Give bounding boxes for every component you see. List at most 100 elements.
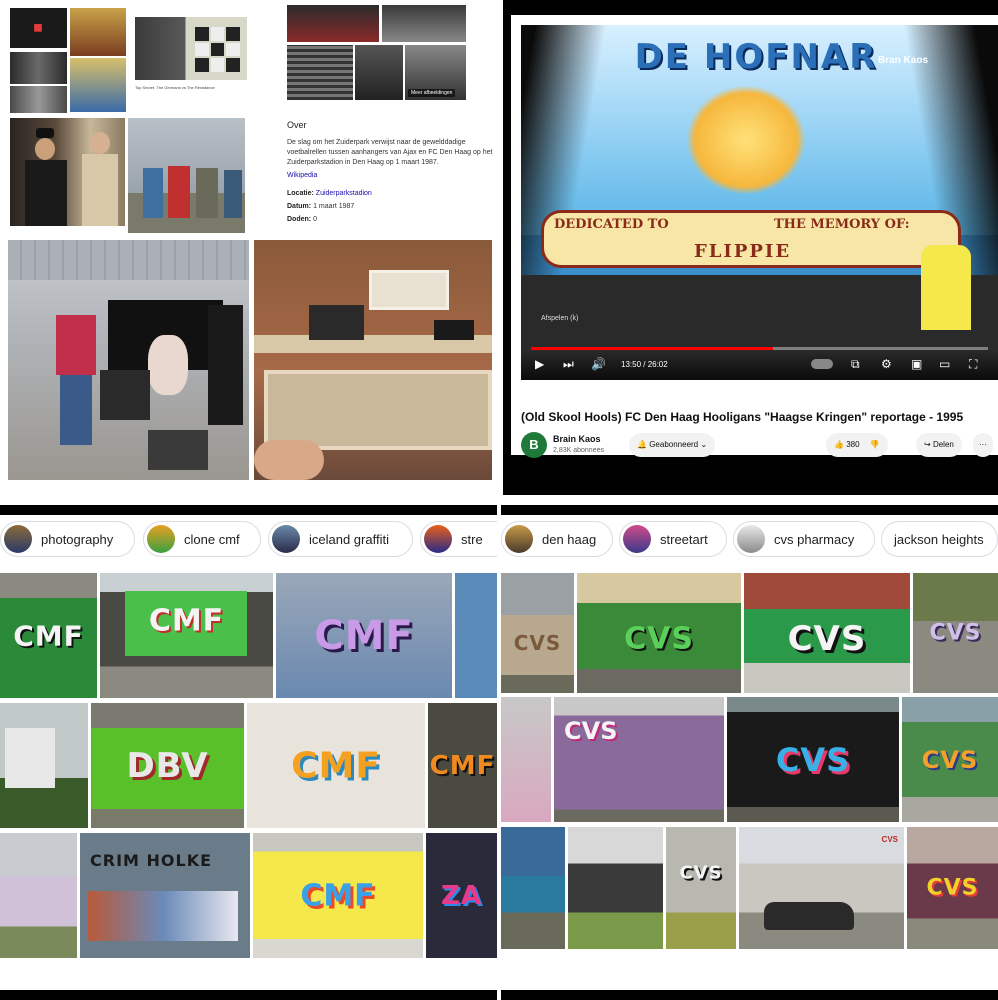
image-result[interactable]: ZA	[426, 833, 497, 958]
chip-cvs-pharmacy[interactable]: cvs pharmacy	[733, 521, 875, 557]
chip-jackson-heights[interactable]: jackson heights	[881, 521, 998, 557]
image-result[interactable]: CMF	[253, 833, 423, 958]
bell-icon: 🔔	[637, 440, 647, 449]
image-result[interactable]	[568, 827, 663, 949]
thumbnail-image[interactable]	[382, 5, 466, 42]
theater-mode-icon[interactable]: ▭	[939, 357, 950, 371]
photo-hooligan-men[interactable]	[10, 118, 125, 226]
image-result[interactable]: CVS	[907, 827, 998, 949]
chip-label: den haag	[542, 532, 597, 547]
thumbnail-image[interactable]	[70, 8, 126, 56]
graffiti-tag: CVS	[564, 717, 618, 745]
image-result[interactable]: CVS	[744, 573, 910, 693]
person-crouching	[100, 370, 150, 420]
image-result[interactable]: CVS	[913, 573, 998, 693]
chip-photography[interactable]: photography	[0, 521, 135, 557]
image-result[interactable]: CMF	[428, 703, 497, 828]
person	[196, 168, 218, 218]
photo-group-studio[interactable]	[8, 240, 249, 480]
autoplay-toggle[interactable]	[811, 359, 833, 369]
avatar[interactable]: B	[521, 432, 547, 458]
image-result[interactable]: CVS	[666, 827, 736, 949]
bottom-border	[501, 990, 998, 1000]
image-result[interactable]: CVS	[577, 573, 741, 693]
thumbnail-image[interactable]	[70, 58, 126, 112]
miniplayer-icon[interactable]: ▣	[911, 357, 922, 371]
chevron-down-icon: ⌄	[700, 440, 708, 449]
chip-den-haag[interactable]: den haag	[501, 521, 613, 557]
thumbnail-image[interactable]	[10, 86, 67, 113]
fullscreen-icon[interactable]: ⛶	[969, 357, 977, 372]
image-result[interactable]: CRIM HOLKE	[80, 833, 250, 958]
video-title[interactable]: (Old Skool Hools) FC Den Haag Hooligans …	[521, 410, 963, 424]
image-result[interactable]: CMF	[276, 573, 452, 698]
chip-label: iceland graffiti	[309, 532, 389, 547]
image-result[interactable]	[0, 833, 77, 958]
subscribe-button[interactable]: 🔔 Geabonneerd ⌄	[629, 433, 716, 457]
video-player[interactable]: DE HOFNAR Bran Kaos DEDICATED TO THE MEM…	[521, 25, 998, 380]
chip-streetart[interactable]: streetart	[619, 521, 727, 557]
autoplay-hint: Afspelen (k)	[541, 315, 579, 322]
hat	[36, 128, 54, 138]
chip-label: cvs pharmacy	[774, 532, 855, 547]
thumbnail-image[interactable]	[287, 45, 353, 100]
volume-icon[interactable]: 🔊	[591, 357, 606, 371]
chip-iceland-graffiti[interactable]: iceland graffiti	[268, 521, 413, 557]
image-result[interactable]: DBV	[91, 703, 244, 828]
banner-text: FLIPPIE	[694, 241, 792, 262]
suit	[25, 160, 67, 226]
image-result[interactable]: CMF	[247, 703, 425, 828]
image-result[interactable]: CVS	[501, 573, 574, 693]
channel-name[interactable]: Brain Kaos	[553, 434, 601, 444]
thumbnail-image[interactable]	[10, 52, 67, 84]
poster-banner: DEDICATED TO THE MEMORY OF: FLIPPIE	[541, 210, 961, 268]
graffiti-tag: CMF	[13, 619, 84, 652]
thumbnail-image[interactable]: Meer afbeeldingen	[405, 45, 466, 100]
more-images-button[interactable]: Meer afbeeldingen	[408, 89, 456, 97]
thumbnail-image[interactable]	[135, 17, 247, 80]
graffiti-tag: DBV	[126, 745, 209, 786]
thumbnail-image[interactable]: ■	[10, 8, 67, 48]
image-result[interactable]: CVS	[554, 697, 724, 822]
next-icon[interactable]: ⏭	[563, 357, 574, 372]
top-border	[501, 505, 998, 515]
settings-icon[interactable]: ⚙	[881, 357, 892, 371]
control-bar: ▶ ⏭ 🔊 13:50 / 26:02 ⧉ ⚙ ▣ ▭ ⛶	[521, 350, 998, 380]
people	[434, 320, 474, 340]
share-label: Delen	[932, 440, 954, 449]
image-caption: Top Secret: The Germans vs The Resistanc…	[135, 85, 215, 90]
location-link[interactable]: Zuiderparkstadion	[316, 190, 372, 197]
image-result[interactable]: CVS	[739, 827, 904, 949]
photo-group-wall[interactable]	[128, 118, 245, 233]
dislike-icon[interactable]: 👎	[870, 440, 880, 449]
image-result[interactable]	[0, 703, 88, 828]
wikipedia-link[interactable]: Wikipedia	[287, 171, 497, 181]
photo-balcony[interactable]	[254, 240, 492, 480]
image-result[interactable]: CMF	[0, 573, 97, 698]
thumbnail-image[interactable]	[355, 45, 403, 100]
more-actions-button[interactable]: ···	[973, 433, 993, 457]
image-search-results-left: photography clone cmf iceland graffiti s…	[0, 505, 497, 1000]
share-button[interactable]: ↪ Delen	[916, 433, 962, 457]
jeans	[60, 375, 92, 445]
chip-streetart[interactable]: stre	[420, 521, 497, 557]
face	[35, 138, 55, 160]
thumbnail-image[interactable]	[287, 5, 379, 42]
image-result[interactable]	[455, 573, 497, 698]
graffiti-tag: CVS	[775, 740, 851, 779]
poster-title: DE HOFNAR	[634, 37, 878, 77]
chip-clone-cmf[interactable]: clone cmf	[143, 521, 261, 557]
image-result[interactable]: CVS	[902, 697, 998, 822]
subscriber-count: 2,83K abonnees	[553, 447, 604, 454]
like-button[interactable]: 👍 380 👎	[826, 433, 888, 457]
image-result[interactable]: CMF	[100, 573, 273, 698]
play-icon[interactable]: ▶	[535, 357, 544, 371]
graffiti-tag: CMF	[429, 750, 496, 781]
image-result[interactable]: CVS	[727, 697, 899, 822]
person-standing	[208, 305, 243, 425]
image-result[interactable]	[501, 827, 565, 949]
subtitles-icon[interactable]: ⧉	[851, 357, 860, 372]
graffiti-tag: CVS	[881, 835, 898, 844]
banner-text: THE MEMORY OF:	[774, 217, 910, 232]
image-result[interactable]	[501, 697, 551, 822]
